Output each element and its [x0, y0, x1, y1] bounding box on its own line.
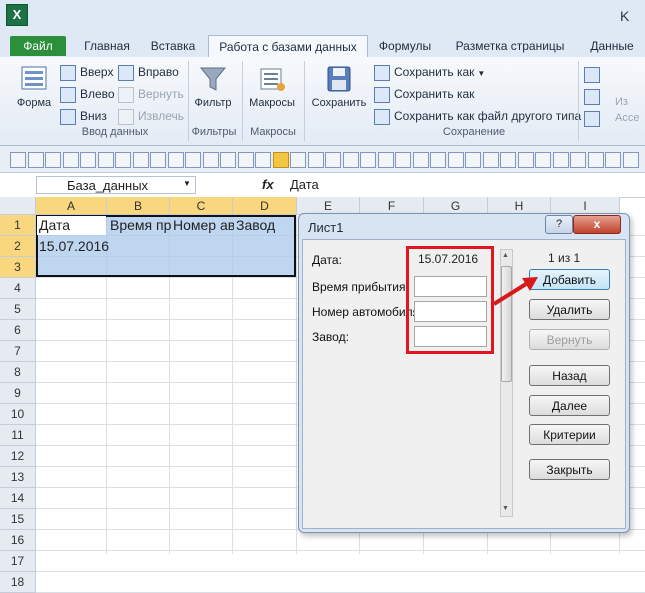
select-all-corner[interactable] [0, 197, 36, 215]
cell-d1[interactable]: Завод [233, 215, 297, 236]
row-header-17[interactable]: 17 [0, 551, 36, 572]
cell-c1[interactable]: Номер ав [170, 215, 234, 236]
row-header-14[interactable]: 14 [0, 488, 36, 509]
row-header-5[interactable]: 5 [0, 299, 36, 320]
row-header-10[interactable]: 10 [0, 404, 36, 425]
date-label: Дата: [312, 253, 342, 267]
restore-button[interactable]: Вернуть [529, 329, 610, 350]
next-button[interactable]: Далее [529, 395, 610, 416]
row-header-4[interactable]: 4 [0, 278, 36, 299]
arrival-label: Время прибытия: [312, 280, 409, 294]
row-header-3[interactable]: 3 [0, 257, 36, 278]
row-header-7[interactable]: 7 [0, 341, 36, 362]
column-header-d[interactable]: D [233, 197, 297, 215]
record-counter: 1 из 1 [548, 251, 581, 265]
row-header-6[interactable]: 6 [0, 320, 36, 341]
row-header-9[interactable]: 9 [0, 383, 36, 404]
row-header-16[interactable]: 16 [0, 530, 36, 551]
cell-a2[interactable]: 15.07.2016 [36, 236, 136, 257]
row-header-12[interactable]: 12 [0, 446, 36, 467]
row-header-8[interactable]: 8 [0, 362, 36, 383]
column-header-b[interactable]: B [107, 197, 170, 215]
row-gridline [36, 550, 645, 551]
row-header-2[interactable]: 2 [0, 236, 36, 257]
plant-label: Завод: [312, 330, 349, 344]
arrow-pointer-icon [492, 277, 538, 306]
scroll-up-icon[interactable]: ▲ [502, 252, 509, 259]
row-header-15[interactable]: 15 [0, 509, 36, 530]
close-button[interactable]: Закрыть [529, 459, 610, 480]
scroll-down-icon[interactable]: ▼ [502, 505, 509, 512]
highlight-box [406, 246, 494, 354]
criteria-button[interactable]: Критерии [529, 424, 610, 445]
row-header-13[interactable]: 13 [0, 467, 36, 488]
dialog-title: Лист1 [308, 220, 344, 235]
row-header-18[interactable]: 18 [0, 572, 36, 593]
cell-a1[interactable]: Дата [36, 215, 100, 236]
column-header-a[interactable]: A [36, 197, 107, 215]
help-button[interactable]: ? [545, 215, 573, 234]
column-header-c[interactable]: C [170, 197, 233, 215]
cell-b1[interactable]: Время пр [107, 215, 171, 236]
back-button[interactable]: Назад [529, 365, 610, 386]
close-icon[interactable]: x [573, 215, 621, 234]
row-header-1[interactable]: 1 [0, 215, 36, 236]
row-header-11[interactable]: 11 [0, 425, 36, 446]
column-gridline [296, 215, 297, 554]
row-gridline [36, 571, 645, 572]
